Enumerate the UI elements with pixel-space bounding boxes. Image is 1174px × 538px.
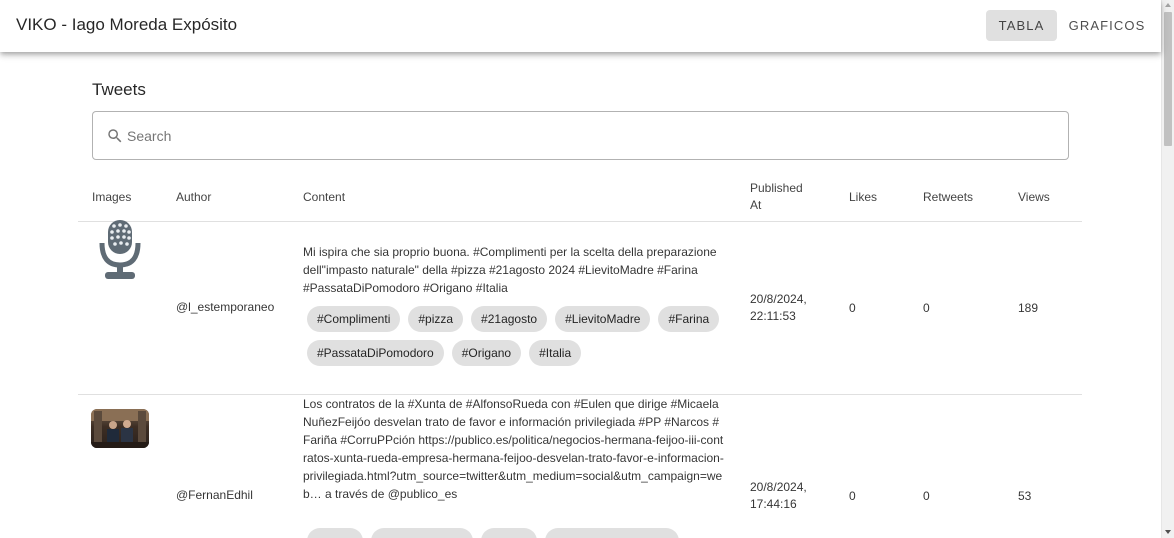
retweets-cell: 0	[923, 301, 930, 315]
hashtag-chip[interactable]: #Origano	[451, 340, 522, 366]
retweets-cell: 0	[923, 489, 930, 503]
likes-cell: 0	[849, 301, 856, 315]
scroll-down-arrow-icon[interactable]	[1165, 530, 1171, 534]
column-header-author: Author	[176, 190, 212, 204]
scroll-up-arrow-icon[interactable]	[1165, 3, 1171, 7]
app-title: VIKO - Iago Moreda Expósito	[16, 15, 238, 34]
hashtag-chips: #Complimenti #pizza #21agosto #LievitoMa…	[307, 306, 732, 366]
column-header-retweets: Retweets	[923, 190, 974, 204]
search-box[interactable]	[92, 111, 1069, 160]
hashtag-chip[interactable]: #21agosto	[471, 306, 548, 332]
author-cell: @l_estemporaneo	[176, 300, 275, 314]
hashtag-chip[interactable]: #PassataDiPomodoro	[307, 340, 444, 366]
hashtag-chip[interactable]: #Complimenti	[307, 306, 401, 332]
photo-icon	[91, 409, 149, 448]
nav-graficos-button[interactable]: GRAFICOS	[1064, 10, 1150, 41]
hashtag-chip[interactable]: #Italia	[529, 340, 582, 366]
published-at-cell: 20/8/2024, 22:11:53	[750, 292, 807, 323]
hashtag-chip[interactable]	[307, 528, 363, 538]
search-icon	[108, 129, 122, 143]
scrollbar-thumb[interactable]	[1164, 12, 1172, 146]
nav-tabla-button[interactable]: TABLA	[986, 10, 1057, 41]
app-bar: VIKO - Iago Moreda Expósito TABLA GRAFIC…	[0, 0, 1161, 52]
hashtag-chip[interactable]: #pizza	[408, 306, 464, 332]
page-scrollbar[interactable]	[1161, 0, 1174, 538]
views-cell: 53	[1018, 489, 1032, 503]
hashtag-chip[interactable]	[481, 528, 537, 538]
page-title: Tweets	[92, 80, 146, 99]
hashtag-chips	[307, 528, 732, 538]
author-cell: @FernanEdhil	[176, 488, 253, 502]
column-header-published-at: Published At	[750, 181, 803, 212]
search-input[interactable]	[127, 125, 1027, 147]
header-divider	[78, 221, 1082, 222]
tweet-image[interactable]	[91, 409, 149, 448]
column-header-images: Images	[92, 190, 132, 204]
column-header-views: Views	[1018, 190, 1050, 204]
hashtag-chip[interactable]	[545, 528, 679, 538]
microphone-icon	[99, 220, 141, 279]
hashtag-chip[interactable]	[371, 528, 473, 538]
column-header-content: Content	[303, 190, 346, 204]
hashtag-chip[interactable]: #Farina	[658, 306, 720, 332]
published-at-cell: 20/8/2024, 17:44:16	[750, 480, 807, 511]
tweet-content: Mi ispira che sia proprio buona. #Compli…	[303, 245, 717, 295]
views-cell: 189	[1018, 301, 1039, 315]
hashtag-chip[interactable]: #LievitoMadre	[555, 306, 651, 332]
tweet-content: Los contratos de la #Xunta de #AlfonsoRu…	[303, 397, 724, 501]
column-header-likes: Likes	[849, 190, 878, 204]
likes-cell: 0	[849, 489, 856, 503]
